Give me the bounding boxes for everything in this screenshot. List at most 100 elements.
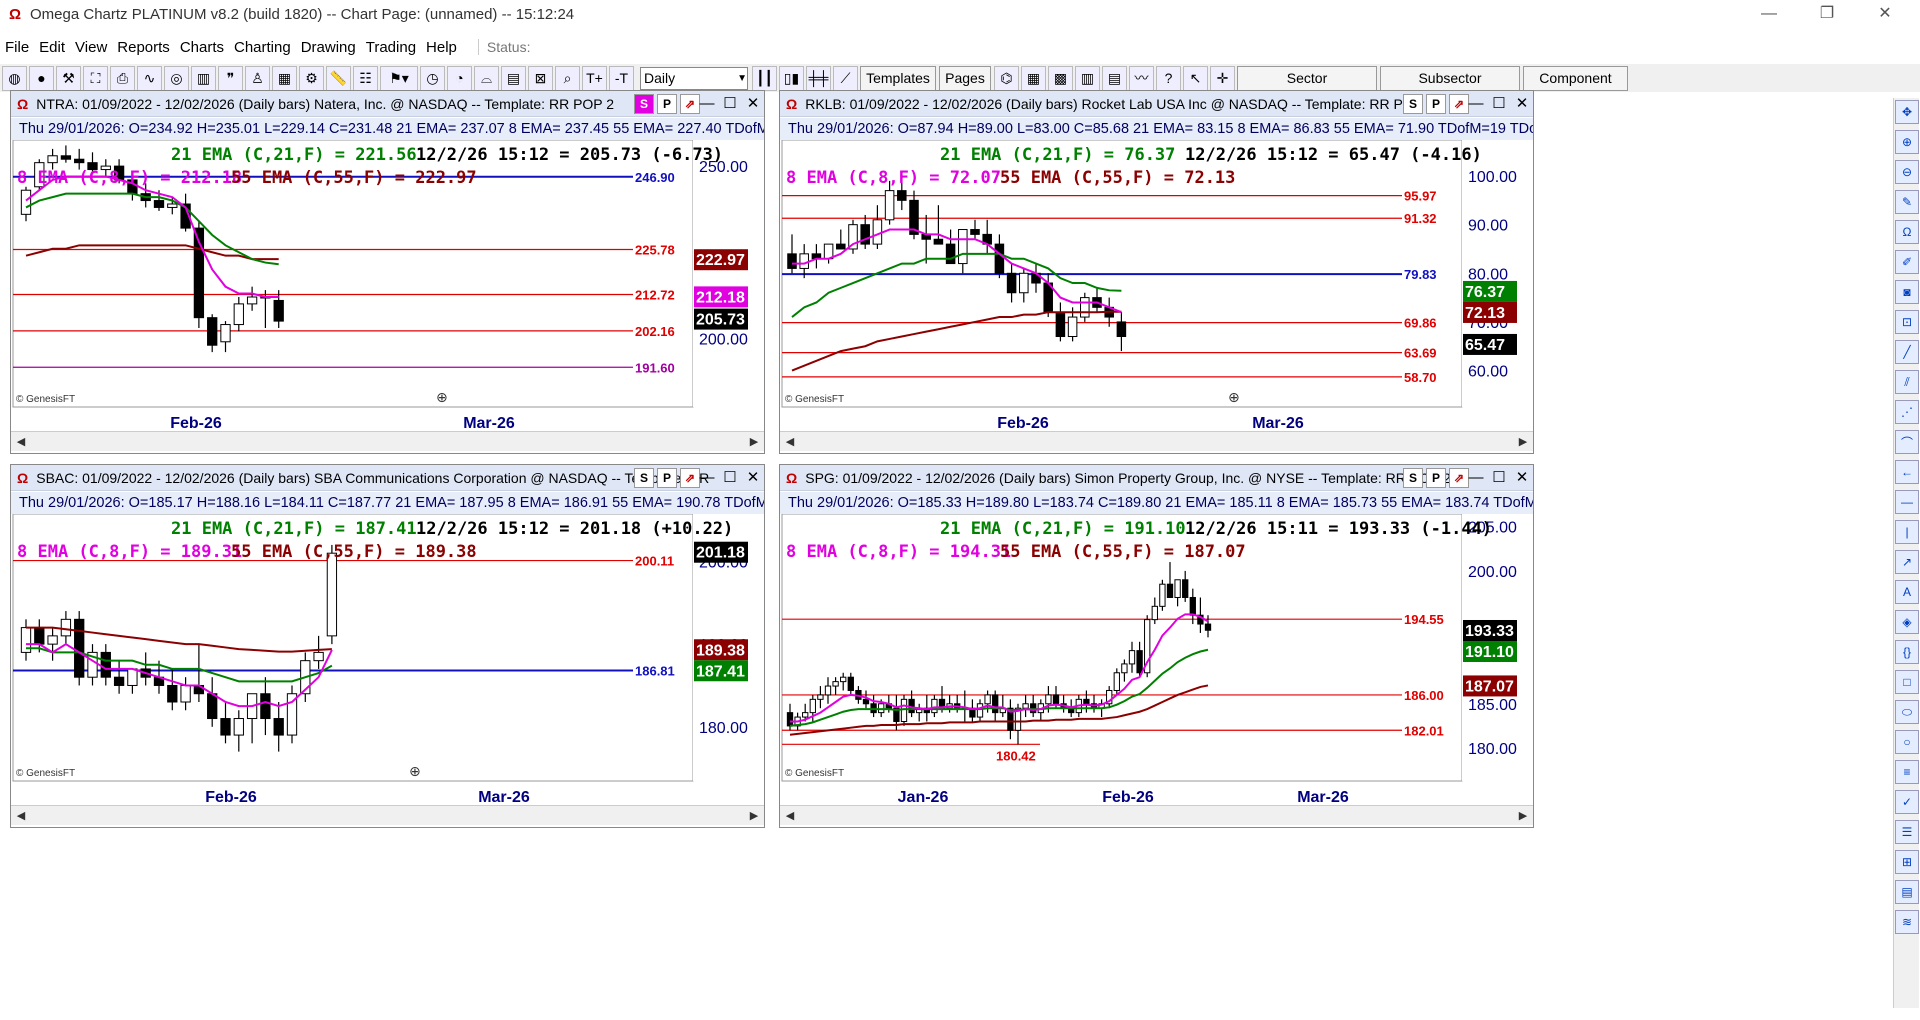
person-icon[interactable]: ♙ xyxy=(245,65,270,91)
horizontal-scrollbar[interactable]: ◀ ▶ xyxy=(780,431,1533,451)
camera-icon[interactable]: ◙ xyxy=(1895,280,1919,304)
menu-view[interactable]: View xyxy=(70,39,112,56)
arrow-icon[interactable]: ↗ xyxy=(1895,550,1919,574)
candle-chart-icon[interactable]: ┃┃ xyxy=(752,65,777,91)
meter-icon[interactable]: ◔ xyxy=(447,65,472,91)
price-chart[interactable]: 250.00200.00246.90225.78212.72202.16191.… xyxy=(11,140,764,433)
price-chart[interactable]: 200.00190.00180.00200.11186.8121 EMA (C,… xyxy=(11,514,764,807)
scroll-right-icon[interactable]: ▶ xyxy=(1513,806,1533,826)
candle-hollow-icon[interactable]: ▯▮ xyxy=(779,65,804,91)
close-button[interactable]: ✕ xyxy=(1858,0,1912,29)
horizontal-scrollbar[interactable]: ◀ ▶ xyxy=(780,805,1533,825)
zoom-icon[interactable]: ⌕ xyxy=(555,65,580,91)
ruler-icon[interactable]: 📏 xyxy=(326,65,351,91)
trendline-icon[interactable]: ╱ xyxy=(1895,340,1919,364)
bar-chart-icon[interactable]: ▥ xyxy=(191,65,216,91)
minimize-button[interactable]: — xyxy=(1742,0,1796,29)
panel-minimize-button[interactable]: — xyxy=(696,94,718,114)
scroll-right-icon[interactable]: ▶ xyxy=(1513,432,1533,452)
crosshair-icon[interactable]: ✛ xyxy=(1210,65,1235,91)
add-indicator-icon[interactable]: T+ xyxy=(582,65,607,91)
grid-icon[interactable]: ▦ xyxy=(272,65,297,91)
menu-reports[interactable]: Reports xyxy=(112,39,175,56)
horizontal-scrollbar[interactable]: ◀ ▶ xyxy=(11,431,764,451)
panel-minimize-button[interactable]: — xyxy=(1465,94,1487,114)
p-button[interactable]: P xyxy=(1426,468,1446,488)
price-chart[interactable]: 205.00200.00185.00180.00194.55186.00182.… xyxy=(780,514,1533,807)
fib-icon[interactable]: ≡ xyxy=(1895,760,1919,784)
move-icon[interactable]: ✥ xyxy=(1895,100,1919,124)
layout-3-icon[interactable]: ▥ xyxy=(1075,65,1100,91)
scroll-left-icon[interactable]: ◀ xyxy=(780,806,800,826)
query-icon[interactable]: ? xyxy=(1156,65,1181,91)
panel-close-button[interactable]: ✕ xyxy=(742,94,764,114)
ladder-icon[interactable]: ☷ xyxy=(353,65,378,91)
scroll-right-icon[interactable]: ▶ xyxy=(744,806,764,826)
menu-file[interactable]: File xyxy=(0,39,34,56)
alert-icon[interactable]: ⚑▾ xyxy=(380,65,418,91)
menu-trading[interactable]: Trading xyxy=(361,39,421,56)
templates-button[interactable]: Templates xyxy=(860,65,936,91)
wave-icon[interactable]: 〰 xyxy=(1129,65,1154,91)
square-icon[interactable]: □ xyxy=(1895,670,1919,694)
menu-drawing[interactable]: Drawing xyxy=(296,39,361,56)
fan-icon[interactable]: ⋰ xyxy=(1895,400,1919,424)
zoom-in-icon[interactable]: ⊕ xyxy=(1895,130,1919,154)
panel-maximize-button[interactable]: ☐ xyxy=(719,94,741,114)
panel-minimize-button[interactable]: — xyxy=(696,468,718,488)
lock-icon[interactable]: ⊡ xyxy=(1895,310,1919,334)
p-button[interactable]: P xyxy=(1426,94,1446,114)
vline-icon[interactable]: | xyxy=(1895,520,1919,544)
levels-icon[interactable]: ▤ xyxy=(1895,880,1919,904)
arc-icon[interactable]: ⌒ xyxy=(1895,430,1919,454)
menu-edit[interactable]: Edit xyxy=(34,39,70,56)
ellipse-icon[interactable]: ⬭ xyxy=(1895,700,1919,724)
quote-icon[interactable]: ❞ xyxy=(218,65,243,91)
ohlc-bar-icon[interactable]: ╪╪ xyxy=(806,65,831,91)
s-button[interactable]: S xyxy=(634,468,654,488)
sector-button[interactable]: Sector xyxy=(1237,65,1377,91)
panel-maximize-button[interactable]: ☐ xyxy=(1488,468,1510,488)
panel-maximize-button[interactable]: ☐ xyxy=(719,468,741,488)
traffic-light-icon[interactable]: ● xyxy=(29,65,54,91)
chart-panel-spg[interactable]: Ω SPG: 01/09/2022 - 12/02/2026 (Daily bar… xyxy=(779,464,1534,828)
menu-charting[interactable]: Charting xyxy=(229,39,296,56)
price-chart[interactable]: 100.0090.0080.0070.0060.0095.9791.3279.8… xyxy=(780,140,1533,433)
hline-icon[interactable]: — xyxy=(1895,490,1919,514)
stop-icon[interactable]: ⊠ xyxy=(528,65,553,91)
scroll-right-icon[interactable]: ▶ xyxy=(744,432,764,452)
horizontal-scrollbar[interactable]: ◀ ▶ xyxy=(11,805,764,825)
coins-icon[interactable]: ◎ xyxy=(164,65,189,91)
gann-icon[interactable]: ⊞ xyxy=(1895,850,1919,874)
settings-icon[interactable]: ⚙ xyxy=(299,65,324,91)
zoom-out-icon[interactable]: ⊖ xyxy=(1895,160,1919,184)
component-button[interactable]: Component xyxy=(1523,65,1628,91)
globe-icon[interactable]: ◍ xyxy=(2,65,27,91)
brace-icon[interactable]: {} xyxy=(1895,640,1919,664)
menu-help[interactable]: Help xyxy=(421,39,462,56)
remove-indicator-icon[interactable]: -T xyxy=(609,65,634,91)
s-button[interactable]: S xyxy=(1403,94,1423,114)
menu-charts[interactable]: Charts xyxy=(175,39,229,56)
circle-icon[interactable]: ○ xyxy=(1895,730,1919,754)
palette-icon[interactable]: ◈ xyxy=(1895,610,1919,634)
fib-ext-icon[interactable]: ☰ xyxy=(1895,820,1919,844)
scan-icon[interactable]: ⛶ xyxy=(83,65,108,91)
tools-icon[interactable]: ⚒ xyxy=(56,65,81,91)
panel-close-button[interactable]: ✕ xyxy=(1511,468,1533,488)
chart-panel-rklb[interactable]: Ω RKLB: 01/09/2022 - 12/02/2026 (Daily ba… xyxy=(779,90,1534,454)
check-icon[interactable]: ✓ xyxy=(1895,790,1919,814)
pen-icon[interactable]: ✐ xyxy=(1895,250,1919,274)
p-button[interactable]: P xyxy=(657,468,677,488)
panel-maximize-button[interactable]: ☐ xyxy=(1488,94,1510,114)
layout-4-icon[interactable]: ▤ xyxy=(1102,65,1127,91)
chart-panel-sbac[interactable]: Ω SBAC: 01/09/2022 - 12/02/2026 (Daily ba… xyxy=(10,464,765,828)
omega-icon[interactable]: Ω xyxy=(1895,220,1919,244)
subsector-button[interactable]: Subsector xyxy=(1380,65,1520,91)
panel-close-button[interactable]: ✕ xyxy=(742,468,764,488)
hat-icon[interactable]: ⌓ xyxy=(474,65,499,91)
pulse-icon[interactable]: ∿ xyxy=(137,65,162,91)
print-icon[interactable]: ⎙ xyxy=(110,65,135,91)
scroll-left-icon[interactable]: ◀ xyxy=(780,432,800,452)
eraser-icon[interactable]: ✎ xyxy=(1895,190,1919,214)
